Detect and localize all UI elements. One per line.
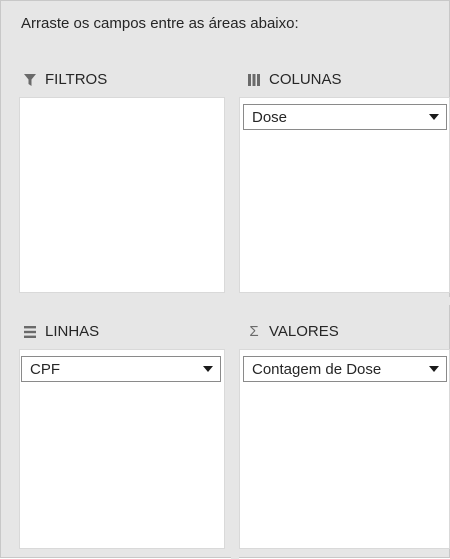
dropdown-arrow-icon[interactable] [422, 357, 446, 381]
rows-icon [23, 325, 37, 339]
dropdown-arrow-icon[interactable] [422, 105, 446, 129]
drag-instruction-text: Arraste os campos entre as áreas abaixo: [21, 15, 299, 32]
vertical-divider [231, 63, 239, 559]
horizontal-divider [1, 297, 450, 305]
columns-field-label: Dose [252, 108, 288, 126]
columns-icon [247, 73, 261, 87]
filters-area-header: FILTROS [23, 71, 107, 88]
columns-area-label: COLUNAS [269, 71, 342, 88]
values-area-label: VALORES [269, 323, 339, 340]
rows-area-label: LINHAS [45, 323, 100, 340]
sigma-icon: Σ [249, 323, 259, 340]
columns-area-header: COLUNAS [247, 71, 342, 88]
values-field-contagem-de-dose[interactable]: Contagem de Dose [243, 356, 447, 382]
filters-drop-area[interactable] [19, 97, 225, 293]
values-area-header: Σ VALORES [247, 323, 339, 340]
pivot-field-areas-pane: Arraste os campos entre as áreas abaixo:… [0, 0, 450, 559]
columns-field-dose[interactable]: Dose [243, 104, 447, 130]
dropdown-arrow-icon[interactable] [196, 357, 220, 381]
rows-area-header: LINHAS [23, 323, 99, 340]
filters-area-label: FILTROS [45, 71, 108, 88]
rows-field-cpf[interactable]: CPF [21, 356, 221, 382]
filter-icon [23, 73, 37, 87]
values-field-label: Contagem de Dose [252, 360, 382, 378]
rows-field-label: CPF [30, 360, 60, 378]
